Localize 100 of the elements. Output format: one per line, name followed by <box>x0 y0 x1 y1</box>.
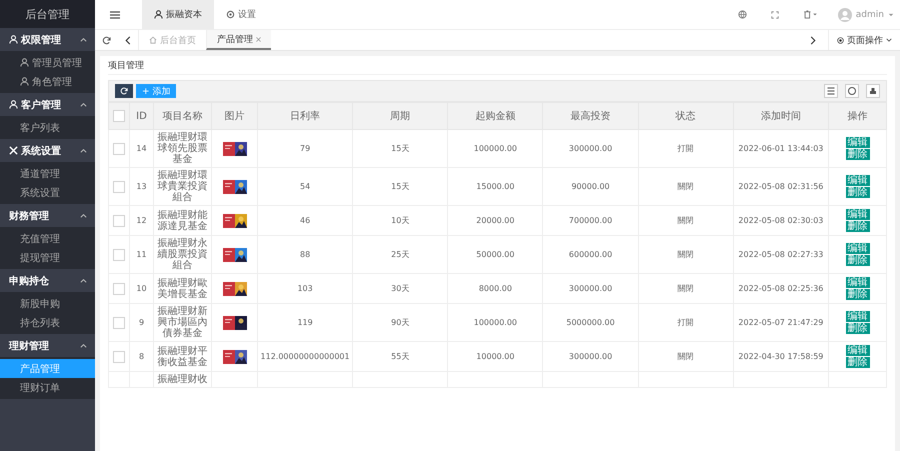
chevron-left-icon[interactable] <box>125 36 131 44</box>
sidebar-item[interactable]: 通道管理 <box>0 164 95 183</box>
checkbox[interactable] <box>113 248 125 260</box>
column-header: 日利率 <box>290 111 320 122</box>
sidebar-item[interactable]: 充值管理 <box>0 229 95 248</box>
menu-group[interactable]: 权限管理 <box>0 28 95 51</box>
table-cell: 10天 <box>391 216 410 225</box>
nav-tab[interactable]: 振融资本 <box>142 0 214 29</box>
sidebar-item[interactable]: 管理员管理 <box>0 53 95 72</box>
refresh-icon <box>120 87 128 95</box>
table-cell: 300000.00 <box>568 144 612 153</box>
columns-icon[interactable] <box>824 84 838 98</box>
table-cell: 20000.00 <box>476 216 514 225</box>
table-cell: 關閉 <box>678 250 694 259</box>
checkbox[interactable] <box>113 282 125 294</box>
table-cell: 100000.00 <box>474 144 518 153</box>
checkbox[interactable] <box>113 110 125 122</box>
trash-icon[interactable] <box>802 10 818 19</box>
table-cell: 90天 <box>391 318 410 327</box>
table-cell: 關閉 <box>678 182 694 191</box>
table-cell: 振融理财環球領先股票基金 <box>157 132 208 165</box>
sidebar-item[interactable]: 持仓列表 <box>0 313 95 332</box>
table-cell: 46 <box>300 216 310 225</box>
sidebar-item[interactable]: 角色管理 <box>0 72 95 91</box>
table-cell: 79 <box>300 144 310 153</box>
sidebar-item[interactable]: 提现管理 <box>0 248 95 267</box>
delete-button[interactable]: 删除 <box>846 221 870 232</box>
table-cell: 振融理财能源達見基金 <box>157 210 208 232</box>
edit-button[interactable]: 编辑 <box>846 277 870 288</box>
delete-button[interactable]: 删除 <box>846 323 870 334</box>
delete-button[interactable]: 删除 <box>846 187 870 198</box>
edit-button[interactable]: 编辑 <box>846 345 870 356</box>
caret-icon <box>80 37 87 42</box>
page-actions-button[interactable]: 页面操作 <box>828 30 900 50</box>
table-cell: 2022-05-08 02:30:03 <box>738 216 824 225</box>
sidebar-item[interactable]: 理财订单 <box>0 378 95 397</box>
column-header: 状态 <box>676 111 696 122</box>
column-header: ID <box>136 110 147 122</box>
delete-button[interactable]: 删除 <box>846 255 870 266</box>
menu-group[interactable]: 申购持仓 <box>0 269 95 292</box>
checkbox[interactable] <box>113 316 125 328</box>
print-icon[interactable] <box>866 84 880 98</box>
delete-button[interactable]: 删除 <box>846 149 870 160</box>
export-icon[interactable] <box>845 84 859 98</box>
refresh-icon[interactable] <box>102 36 111 44</box>
delete-button[interactable]: 删除 <box>846 357 870 368</box>
checkbox[interactable] <box>113 142 125 154</box>
table-cell: 119 <box>297 318 313 327</box>
edit-button[interactable]: 编辑 <box>846 243 870 254</box>
table-cell: 振融理财收 <box>157 374 208 385</box>
caret-icon <box>80 343 87 348</box>
menu-icon[interactable] <box>110 10 120 18</box>
table-cell: 振融理财歐美增長基金 <box>157 278 208 300</box>
checkbox[interactable] <box>113 180 125 192</box>
caret-icon <box>886 38 892 42</box>
table-cell: 300000.00 <box>568 284 612 293</box>
table-cell: 打開 <box>678 144 694 153</box>
table-cell: 50000.00 <box>476 250 514 259</box>
nav-tab[interactable]: 设置 <box>214 0 268 29</box>
menu-group[interactable]: 理财管理 <box>0 334 95 357</box>
tools-icon <box>9 146 18 155</box>
table-cell: 30天 <box>391 284 410 293</box>
table-cell: 8000.00 <box>478 284 512 293</box>
table-cell: 2022-05-08 02:31:56 <box>738 182 824 191</box>
edit-button[interactable]: 编辑 <box>846 311 870 322</box>
edit-button[interactable]: 编辑 <box>846 137 870 148</box>
table-cell: 2022-06-01 13:44:03 <box>738 144 824 153</box>
table-cell: 300000.00 <box>568 352 612 361</box>
close-icon[interactable] <box>256 36 261 42</box>
table-cell: 100000.00 <box>474 318 518 327</box>
edit-button[interactable]: 编辑 <box>846 209 870 220</box>
card-title: 项目管理 <box>108 56 887 75</box>
table-cell: 2022-05-07 21:47:29 <box>738 318 824 327</box>
sidebar-item[interactable]: 客户列表 <box>0 118 95 137</box>
refresh-button[interactable] <box>115 84 133 98</box>
table-cell: 103 <box>297 284 313 293</box>
menu-group[interactable]: 系统设置 <box>0 139 95 162</box>
delete-button[interactable]: 删除 <box>846 289 870 300</box>
globe-icon[interactable] <box>738 10 747 19</box>
table-cell: 88 <box>300 250 310 259</box>
column-header: 项目名称 <box>162 111 202 122</box>
menu-group[interactable]: 财務管理 <box>0 204 95 227</box>
table-cell: 5000000.00 <box>566 318 615 327</box>
page-tab[interactable]: 产品管理 <box>206 30 271 50</box>
sidebar-item[interactable]: 新股申购 <box>0 294 95 313</box>
radio-icon <box>837 36 844 44</box>
table-cell: 振融理财環球貴業投資組合 <box>157 170 208 203</box>
fullscreen-icon[interactable] <box>770 10 779 18</box>
table-cell: 600000.00 <box>568 250 612 259</box>
table-cell: 9 <box>138 318 144 327</box>
checkbox[interactable] <box>113 350 125 362</box>
table-cell: 15000.00 <box>476 182 514 191</box>
chevron-right-icon[interactable] <box>810 36 816 44</box>
user-icon <box>20 77 29 86</box>
checkbox[interactable] <box>113 214 125 226</box>
edit-button[interactable]: 编辑 <box>846 175 870 186</box>
table-cell: 11 <box>136 250 147 259</box>
menu-group[interactable]: 客户管理 <box>0 93 95 116</box>
sidebar-item[interactable]: 系统设置 <box>0 183 95 202</box>
caret-icon <box>80 213 87 218</box>
